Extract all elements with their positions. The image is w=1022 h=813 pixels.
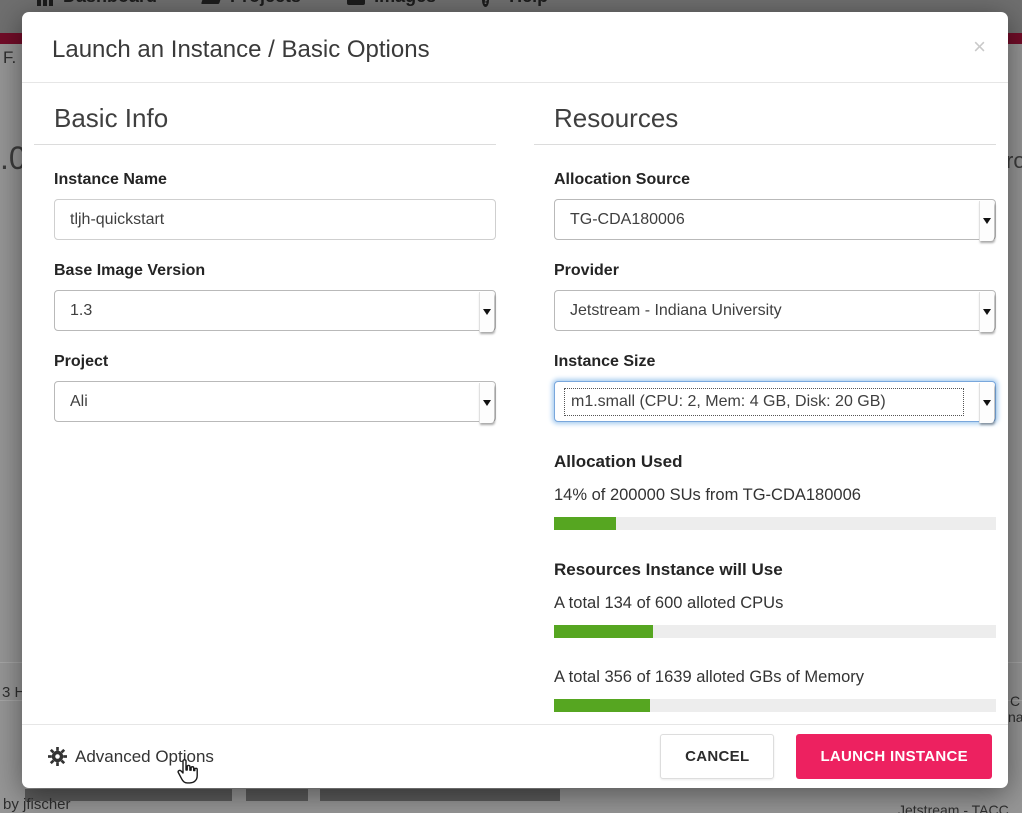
folder-icon xyxy=(203,0,221,6)
chevron-down-icon xyxy=(479,383,494,423)
allocation-used-text: 14% of 200000 SUs from TG-CDA180006 xyxy=(554,486,996,505)
chevron-down-icon xyxy=(979,383,994,423)
cancel-button[interactable]: CANCEL xyxy=(660,734,774,779)
modal-header: Launch an Instance / Basic Options × xyxy=(22,12,1008,83)
backdrop-byline: by jfischer xyxy=(3,796,71,813)
chevron-down-icon xyxy=(979,201,994,241)
backdrop-table-header-fragment xyxy=(246,789,308,801)
progress-fill xyxy=(554,625,653,638)
nav-label: Dashboard xyxy=(63,0,157,7)
backdrop-provider-fragment: Jetstream - TACC xyxy=(898,802,1009,813)
backdrop-text-fragment: F. xyxy=(3,48,16,68)
select-value: 1.3 xyxy=(55,302,92,320)
resources-heading: Resources xyxy=(534,103,996,145)
launch-instance-modal: Launch an Instance / Basic Options × Bas… xyxy=(22,12,1008,788)
basic-info-column: Basic Info Instance Name Base Image Vers… xyxy=(34,103,496,724)
launch-instance-button[interactable]: LAUNCH INSTANCE xyxy=(796,734,992,779)
bar-chart-icon xyxy=(36,0,54,6)
provider-select[interactable]: Jetstream - Indiana University xyxy=(554,290,996,331)
nav-item-dashboard[interactable]: Dashboard xyxy=(36,0,157,7)
progress-fill xyxy=(554,517,616,530)
nav-label: Help xyxy=(509,0,548,7)
instance-size-label: Instance Size xyxy=(554,353,996,371)
nav-item-help[interactable]: ? Help xyxy=(482,0,548,7)
allocation-used-heading: Allocation Used xyxy=(554,452,996,472)
nav-label: Projects xyxy=(230,0,301,7)
resources-column: Resources Allocation Source TG-CDA180006… xyxy=(534,103,996,724)
cpu-usage-text: A total 134 of 600 alloted CPUs xyxy=(554,594,996,613)
nav-item-projects[interactable]: Projects xyxy=(203,0,301,7)
select-value: TG-CDA180006 xyxy=(555,211,685,229)
chevron-down-icon xyxy=(979,292,994,332)
usage-heading: Resources Instance will Use xyxy=(554,560,996,580)
modal-footer: Advanced Options CANCEL LAUNCH INSTANCE xyxy=(22,724,1008,788)
basic-info-heading: Basic Info xyxy=(34,103,496,145)
memory-usage-text: A total 356 of 1639 alloted GBs of Memor… xyxy=(554,668,996,687)
instance-size-select[interactable]: m1.small (CPU: 2, Mem: 4 GB, Disk: 20 GB… xyxy=(554,381,996,422)
nav-label: Images xyxy=(374,0,436,7)
chevron-down-icon xyxy=(479,292,494,332)
cpu-usage-progressbar xyxy=(554,625,996,638)
project-select[interactable]: Ali xyxy=(54,381,496,422)
modal-title: Launch an Instance / Basic Options xyxy=(52,36,978,64)
backdrop-heading-fragment-right: ro xyxy=(1006,148,1022,174)
modal-body: Basic Info Instance Name Base Image Vers… xyxy=(22,83,1008,724)
progress-fill xyxy=(554,699,650,712)
allocation-source-select[interactable]: TG-CDA180006 xyxy=(554,199,996,240)
gear-icon xyxy=(48,747,67,766)
hand-cursor-icon xyxy=(174,759,200,789)
backdrop-table-header-fragment xyxy=(320,789,560,801)
instance-name-input[interactable] xyxy=(54,199,496,240)
memory-usage-progressbar xyxy=(554,699,996,712)
close-icon[interactable]: × xyxy=(973,36,986,58)
backdrop-text-fragment: C xyxy=(1010,693,1020,709)
provider-label: Provider xyxy=(554,262,996,280)
floppy-icon xyxy=(347,0,365,6)
nav-item-images[interactable]: Images xyxy=(347,0,436,7)
base-image-version-label: Base Image Version xyxy=(54,262,496,280)
instance-name-label: Instance Name xyxy=(54,171,496,189)
help-icon: ? xyxy=(482,0,500,6)
project-label: Project xyxy=(54,353,496,371)
base-image-version-select[interactable]: 1.3 xyxy=(54,290,496,331)
select-value: Ali xyxy=(55,393,88,411)
allocation-source-label: Allocation Source xyxy=(554,171,996,189)
select-value: Jetstream - Indiana University xyxy=(555,302,782,320)
backdrop-text-fragment: na xyxy=(1008,709,1022,725)
select-value: m1.small (CPU: 2, Mem: 4 GB, Disk: 20 GB… xyxy=(564,388,964,416)
allocation-used-progressbar xyxy=(554,517,996,530)
footer-buttons: CANCEL LAUNCH INSTANCE xyxy=(660,734,992,779)
